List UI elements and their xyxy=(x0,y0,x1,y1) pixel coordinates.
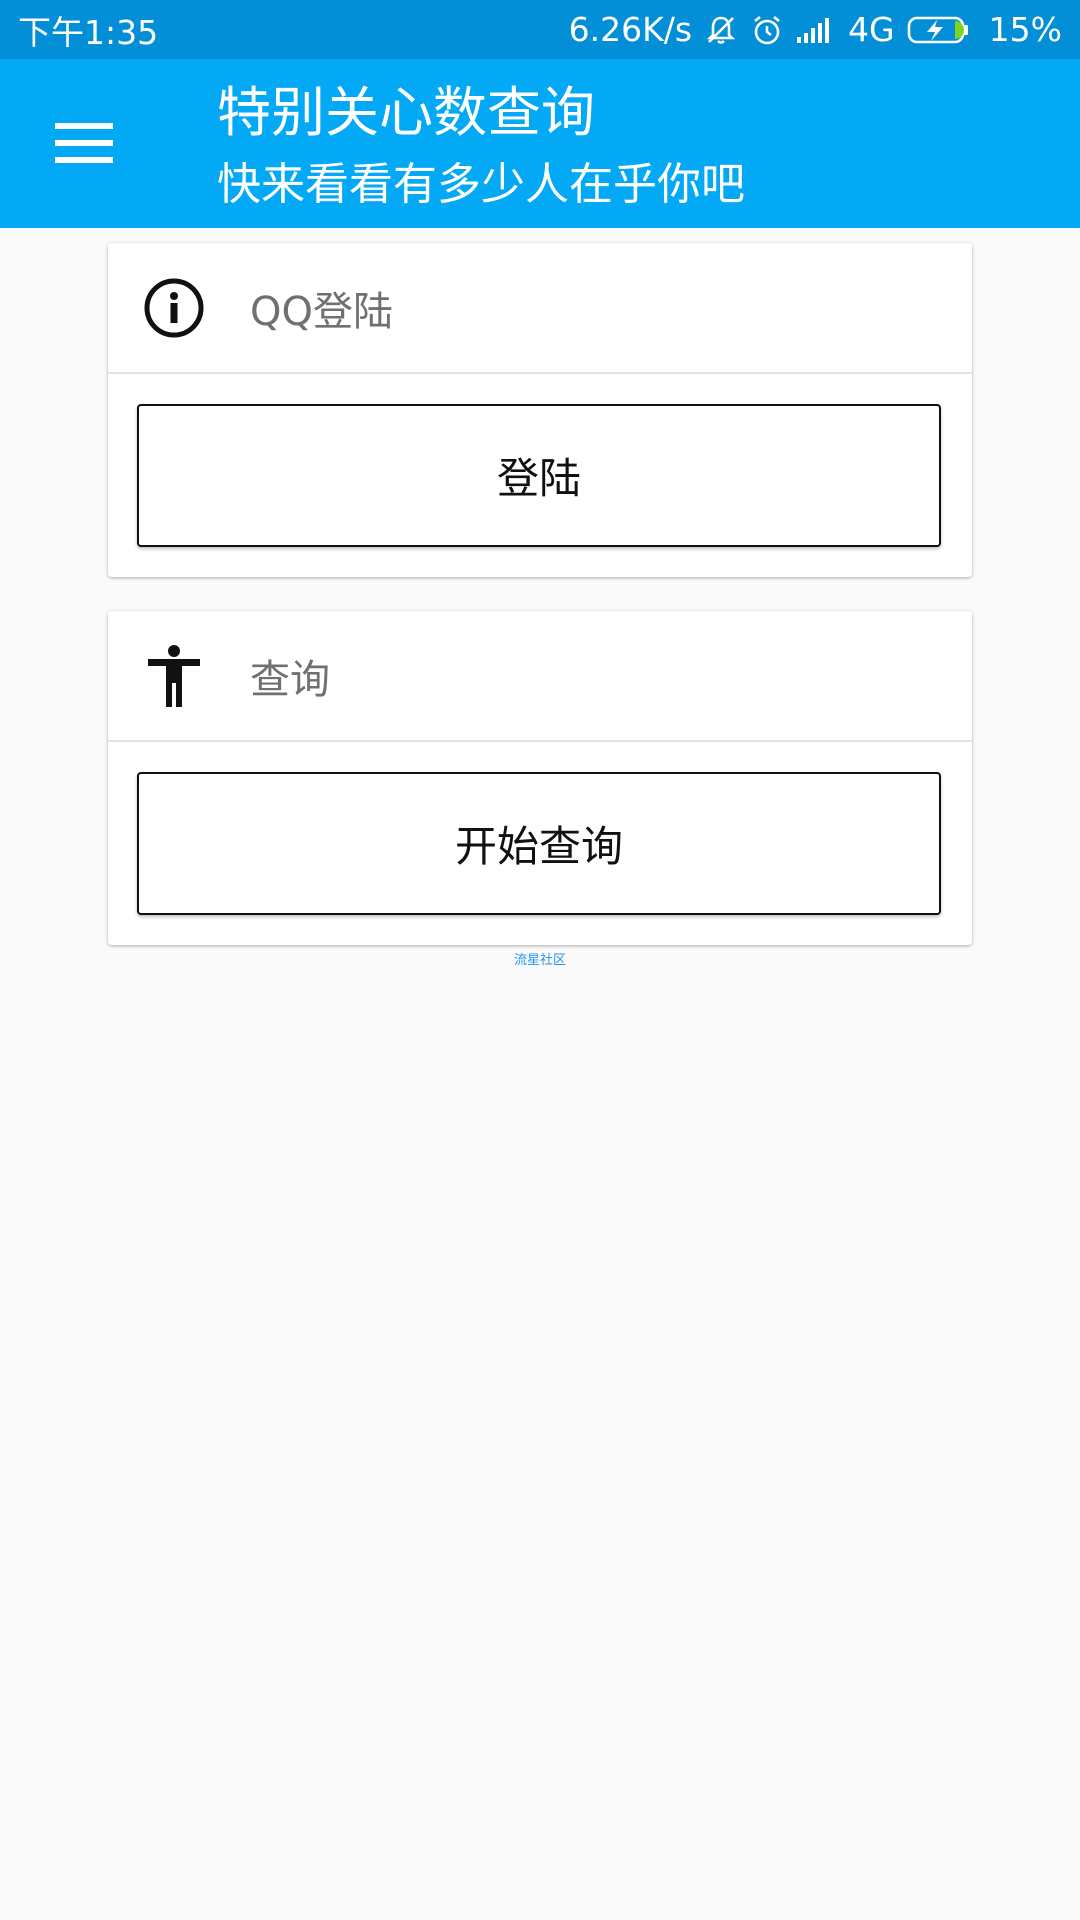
network-speed: 6.26K/s xyxy=(568,10,693,49)
login-card-title: QQ登陆 xyxy=(250,288,393,335)
alarm-icon xyxy=(750,13,784,47)
query-card-title: 查询 xyxy=(250,656,330,703)
bell-mute-icon xyxy=(704,13,738,47)
battery-charging-icon xyxy=(907,14,971,46)
accessibility-person-icon xyxy=(142,644,206,708)
status-bar: 下午1:35 6.26K/s 4G 15% xyxy=(0,0,1080,59)
app-bar: 特别关心数查询 快来看看有多少人在乎你吧 xyxy=(0,59,1080,228)
query-card: 查询 开始查询 xyxy=(108,611,972,945)
query-card-header: 查询 xyxy=(108,611,972,742)
app-subtitle: 快来看看有多少人在乎你吧 xyxy=(217,159,745,210)
signal-icon xyxy=(796,15,836,45)
menu-button[interactable] xyxy=(46,109,122,177)
status-indicators: 6.26K/s 4G 15% xyxy=(569,10,1062,49)
menu-icon xyxy=(55,123,113,163)
battery-percent: 15% xyxy=(988,10,1062,49)
login-card-header: QQ登陆 xyxy=(108,243,972,374)
community-link[interactable]: 流星社区 xyxy=(0,949,1080,968)
query-card-body: 开始查询 xyxy=(108,742,972,945)
network-type: 4G xyxy=(848,10,895,49)
start-query-button[interactable]: 开始查询 xyxy=(137,772,941,915)
app-title: 特别关心数查询 xyxy=(217,81,595,144)
login-button[interactable]: 登陆 xyxy=(137,404,941,547)
status-time: 下午1:35 xyxy=(18,12,159,52)
info-icon xyxy=(142,276,206,340)
login-card-body: 登陆 xyxy=(108,374,972,577)
login-card: QQ登陆 登陆 xyxy=(108,243,972,577)
